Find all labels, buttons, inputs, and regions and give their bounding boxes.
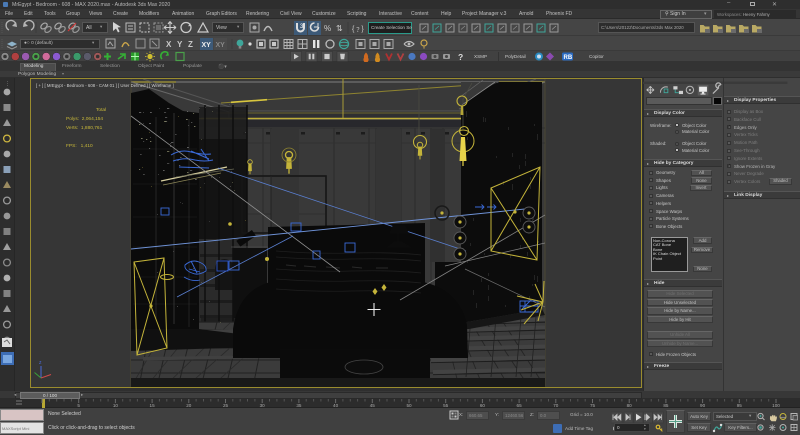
svg-text:⇅: ⇅ [336,24,343,33]
svg-text:Z: Z [188,40,193,49]
svg-text:X: X [166,40,172,49]
svg-text:Y: Y [177,40,183,49]
svg-text:%: % [324,24,331,33]
svg-text:{﹖}: {﹖} [352,26,364,33]
svg-text:XY: XY [216,42,226,49]
svg-text:XY: XY [202,42,212,49]
svg-text:RB: RB [564,55,573,61]
svg-text:?: ? [458,52,463,62]
